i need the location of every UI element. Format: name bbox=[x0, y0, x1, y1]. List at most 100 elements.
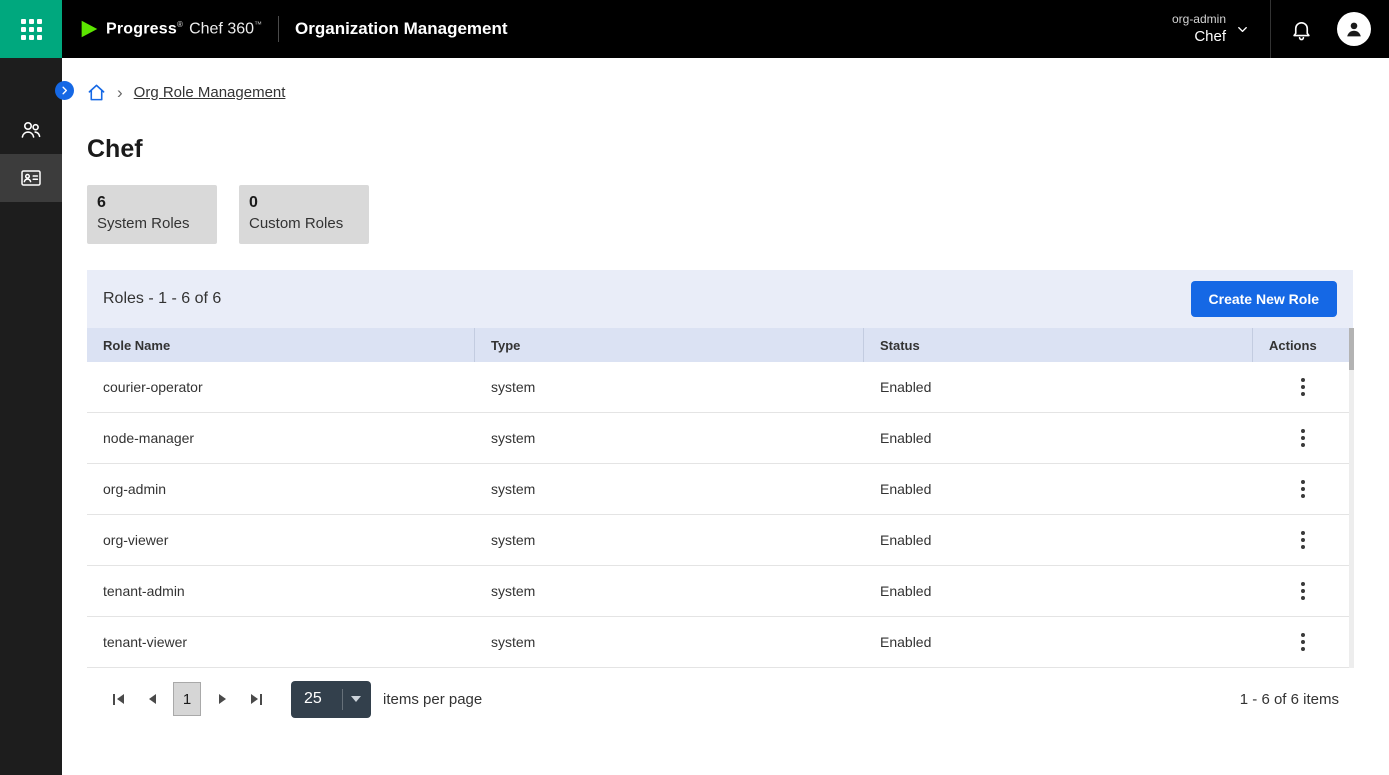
topbar-divider bbox=[278, 16, 279, 42]
role-badge-icon bbox=[19, 166, 43, 190]
role-type-cell: system bbox=[475, 362, 864, 412]
sidebar-item-users[interactable] bbox=[0, 106, 62, 154]
column-header-role-name[interactable]: Role Name bbox=[87, 328, 475, 362]
stat-card-custom-roles: 0 Custom Roles bbox=[239, 185, 369, 244]
breadcrumb: › Org Role Management bbox=[87, 83, 1353, 102]
sidebar bbox=[0, 58, 62, 775]
role-status-cell: Enabled bbox=[864, 566, 1253, 616]
role-status-cell: Enabled bbox=[864, 464, 1253, 514]
stat-label: System Roles bbox=[97, 215, 207, 232]
notifications-button[interactable] bbox=[1271, 0, 1331, 58]
table-row[interactable]: org-admin system Enabled bbox=[87, 464, 1353, 515]
grid-icon bbox=[21, 19, 42, 40]
items-per-page-label: items per page bbox=[383, 691, 482, 708]
home-icon bbox=[87, 83, 106, 102]
role-type-cell: system bbox=[475, 566, 864, 616]
scrollbar-thumb[interactable] bbox=[1349, 328, 1354, 370]
pagination-range-label: 1 - 6 of 6 items bbox=[1240, 691, 1339, 708]
org-switcher-text: org-admin Chef bbox=[1172, 11, 1226, 47]
caret-down-icon bbox=[351, 696, 361, 702]
role-actions-cell bbox=[1253, 515, 1353, 565]
role-actions-cell bbox=[1253, 413, 1353, 463]
sidebar-item-roles[interactable] bbox=[0, 154, 62, 202]
column-header-status[interactable]: Status bbox=[864, 328, 1253, 362]
row-actions-kebab-button[interactable] bbox=[1291, 575, 1315, 607]
role-name-cell: org-admin bbox=[87, 464, 475, 514]
app-title: Organization Management bbox=[295, 19, 508, 39]
breadcrumb-link-org-role-management[interactable]: Org Role Management bbox=[134, 84, 286, 101]
role-status-cell: Enabled bbox=[864, 413, 1253, 463]
brand: Progress® Chef 360™ bbox=[78, 18, 262, 40]
role-name-cell: org-viewer bbox=[87, 515, 475, 565]
table-body: courier-operator system Enabled node-man… bbox=[87, 362, 1353, 668]
org-switcher[interactable]: org-admin Chef bbox=[1152, 0, 1270, 58]
role-type-cell: system bbox=[475, 413, 864, 463]
table-row[interactable]: node-manager system Enabled bbox=[87, 413, 1353, 464]
first-page-icon bbox=[113, 694, 115, 705]
role-name-cell: tenant-admin bbox=[87, 566, 475, 616]
role-status-cell: Enabled bbox=[864, 617, 1253, 667]
users-icon bbox=[19, 118, 43, 142]
row-actions-kebab-button[interactable] bbox=[1291, 473, 1315, 505]
page-size-select[interactable]: 25 bbox=[291, 681, 371, 718]
column-header-actions: Actions bbox=[1253, 328, 1353, 362]
role-status-cell: Enabled bbox=[864, 362, 1253, 412]
role-name-cell: courier-operator bbox=[87, 362, 475, 412]
org-role-label: org-admin bbox=[1172, 11, 1226, 27]
stat-value: 0 bbox=[249, 194, 359, 212]
table-column-headers: Role Name Type Status Actions bbox=[87, 328, 1353, 362]
role-type-cell: system bbox=[475, 515, 864, 565]
table-scrollbar[interactable] bbox=[1349, 328, 1354, 668]
breadcrumb-separator: › bbox=[117, 84, 123, 101]
role-name-cell: tenant-viewer bbox=[87, 617, 475, 667]
role-name-cell: node-manager bbox=[87, 413, 475, 463]
role-actions-cell bbox=[1253, 464, 1353, 514]
table-row[interactable]: org-viewer system Enabled bbox=[87, 515, 1353, 566]
stats-row: 6 System Roles 0 Custom Roles bbox=[87, 185, 1353, 244]
table-header-band: Roles - 1 - 6 of 6 Create New Role bbox=[87, 270, 1353, 328]
table-row[interactable]: tenant-viewer system Enabled bbox=[87, 617, 1353, 668]
roles-table-card: Roles - 1 - 6 of 6 Create New Role Role … bbox=[87, 270, 1353, 730]
prev-page-icon bbox=[149, 694, 156, 704]
stat-label: Custom Roles bbox=[249, 215, 359, 232]
column-header-type[interactable]: Type bbox=[475, 328, 864, 362]
role-actions-cell bbox=[1253, 617, 1353, 667]
user-avatar-button[interactable] bbox=[1337, 12, 1371, 46]
last-page-icon bbox=[251, 694, 258, 704]
pagination-prev-button[interactable] bbox=[135, 684, 169, 714]
role-type-cell: system bbox=[475, 617, 864, 667]
create-new-role-button[interactable]: Create New Role bbox=[1191, 281, 1337, 317]
stat-card-system-roles: 6 System Roles bbox=[87, 185, 217, 244]
row-actions-kebab-button[interactable] bbox=[1291, 626, 1315, 658]
row-actions-kebab-button[interactable] bbox=[1291, 524, 1315, 556]
progress-logo-icon bbox=[78, 18, 100, 40]
role-status-cell: Enabled bbox=[864, 515, 1253, 565]
pagination-next-button[interactable] bbox=[205, 684, 239, 714]
brand-primary-text: Progress® bbox=[106, 20, 183, 38]
user-icon bbox=[1343, 18, 1365, 40]
org-name-label: Chef bbox=[1194, 27, 1226, 47]
bell-icon bbox=[1290, 18, 1313, 41]
pagination-first-button[interactable] bbox=[101, 684, 135, 714]
brand-secondary-text: Chef 360™ bbox=[189, 20, 262, 38]
page-size-value: 25 bbox=[304, 690, 322, 708]
main-content: › Org Role Management Chef 6 System Role… bbox=[62, 58, 1389, 775]
table-title: Roles - 1 - 6 of 6 bbox=[103, 290, 221, 308]
topbar: Progress® Chef 360™ Organization Managem… bbox=[0, 0, 1389, 58]
row-actions-kebab-button[interactable] bbox=[1291, 422, 1315, 454]
page-title: Chef bbox=[87, 135, 1353, 164]
breadcrumb-home-link[interactable] bbox=[87, 83, 106, 102]
role-actions-cell bbox=[1253, 362, 1353, 412]
chevron-right-icon bbox=[59, 85, 70, 96]
chevron-down-icon bbox=[1235, 22, 1250, 37]
role-actions-cell bbox=[1253, 566, 1353, 616]
role-type-cell: system bbox=[475, 464, 864, 514]
table-row[interactable]: courier-operator system Enabled bbox=[87, 362, 1353, 413]
app-launcher-button[interactable] bbox=[0, 0, 62, 58]
pagination-page-1[interactable]: 1 bbox=[173, 682, 201, 716]
topbar-right: org-admin Chef bbox=[1152, 0, 1389, 58]
table-row[interactable]: tenant-admin system Enabled bbox=[87, 566, 1353, 617]
sidebar-expand-button[interactable] bbox=[55, 81, 74, 100]
pagination-last-button[interactable] bbox=[239, 684, 273, 714]
row-actions-kebab-button[interactable] bbox=[1291, 371, 1315, 403]
